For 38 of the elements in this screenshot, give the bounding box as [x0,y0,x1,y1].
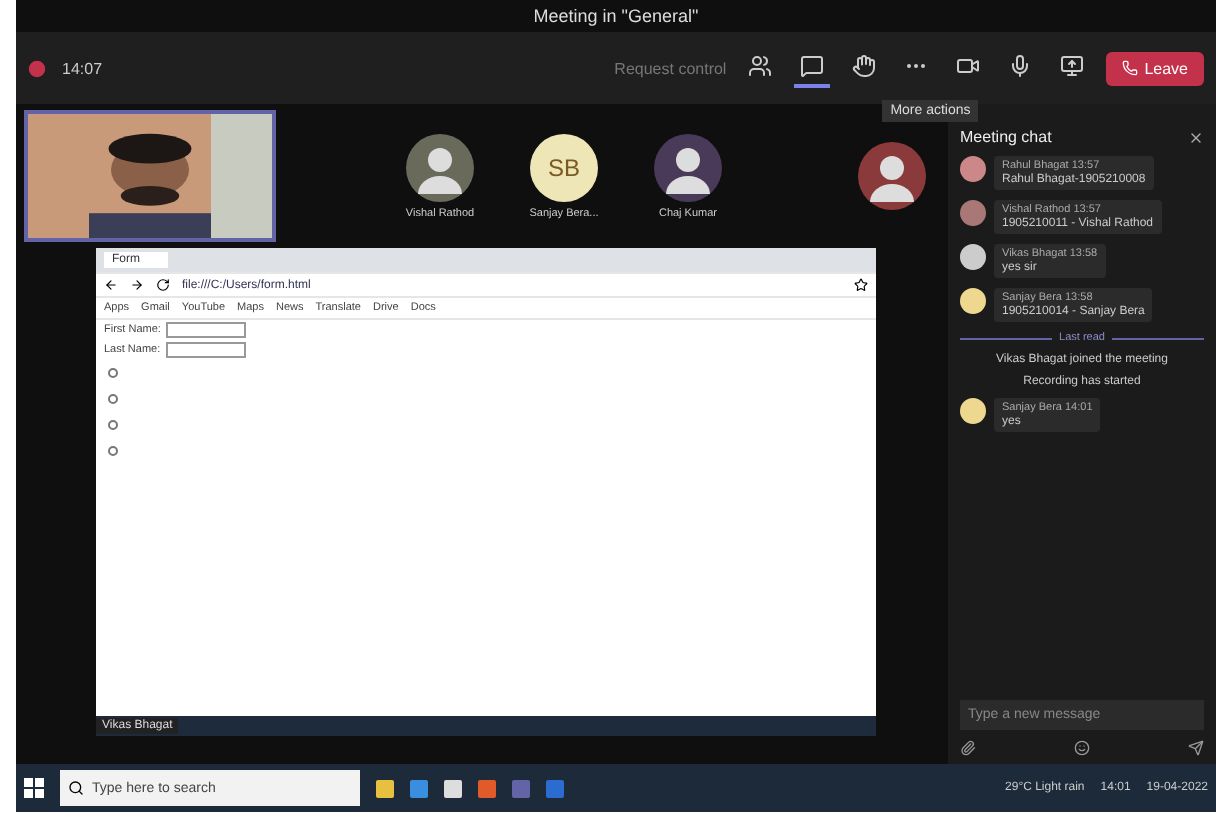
send-icon[interactable] [1188,740,1204,756]
windows-logo-icon[interactable] [24,778,44,798]
request-control-button[interactable]: Request control [614,59,727,77]
share-screen-icon [1060,54,1085,78]
people-icon [748,54,773,78]
radio-button[interactable] [108,368,118,378]
recording-icon [28,59,46,77]
phone-icon [1122,60,1139,76]
back-icon[interactable] [104,278,118,292]
radio-button[interactable] [108,420,118,430]
attach-icon[interactable] [960,740,976,756]
radio-button[interactable] [108,394,118,404]
chat-icon [800,54,825,78]
avatar-icon [858,142,926,210]
avatar-initials: SB [530,133,598,201]
text-field[interactable] [166,342,247,358]
close-icon[interactable] [1188,129,1204,145]
emoji-icon[interactable] [1074,740,1090,756]
avatar-icon [960,288,986,314]
meeting-timer: 14:07 [62,59,103,77]
chat-title: Meeting chat [960,128,1052,146]
search-icon [68,780,84,796]
text-field[interactable] [166,322,247,338]
star-icon[interactable] [854,278,868,292]
avatar-icon [960,200,986,226]
avatar-icon [654,133,722,201]
forward-icon[interactable] [130,278,144,292]
avatar-icon [960,398,986,424]
window-title: Meeting in "General" [533,6,699,26]
video-camera-icon [956,54,981,78]
avatar-icon [406,133,474,201]
reload-icon[interactable] [156,278,170,292]
hand-icon [852,54,877,78]
radio-button[interactable] [108,446,118,456]
avatar-icon [960,156,986,182]
leave-button[interactable]: Leave [1106,51,1204,85]
microphone-icon [1008,54,1033,78]
avatar-icon [960,244,986,270]
